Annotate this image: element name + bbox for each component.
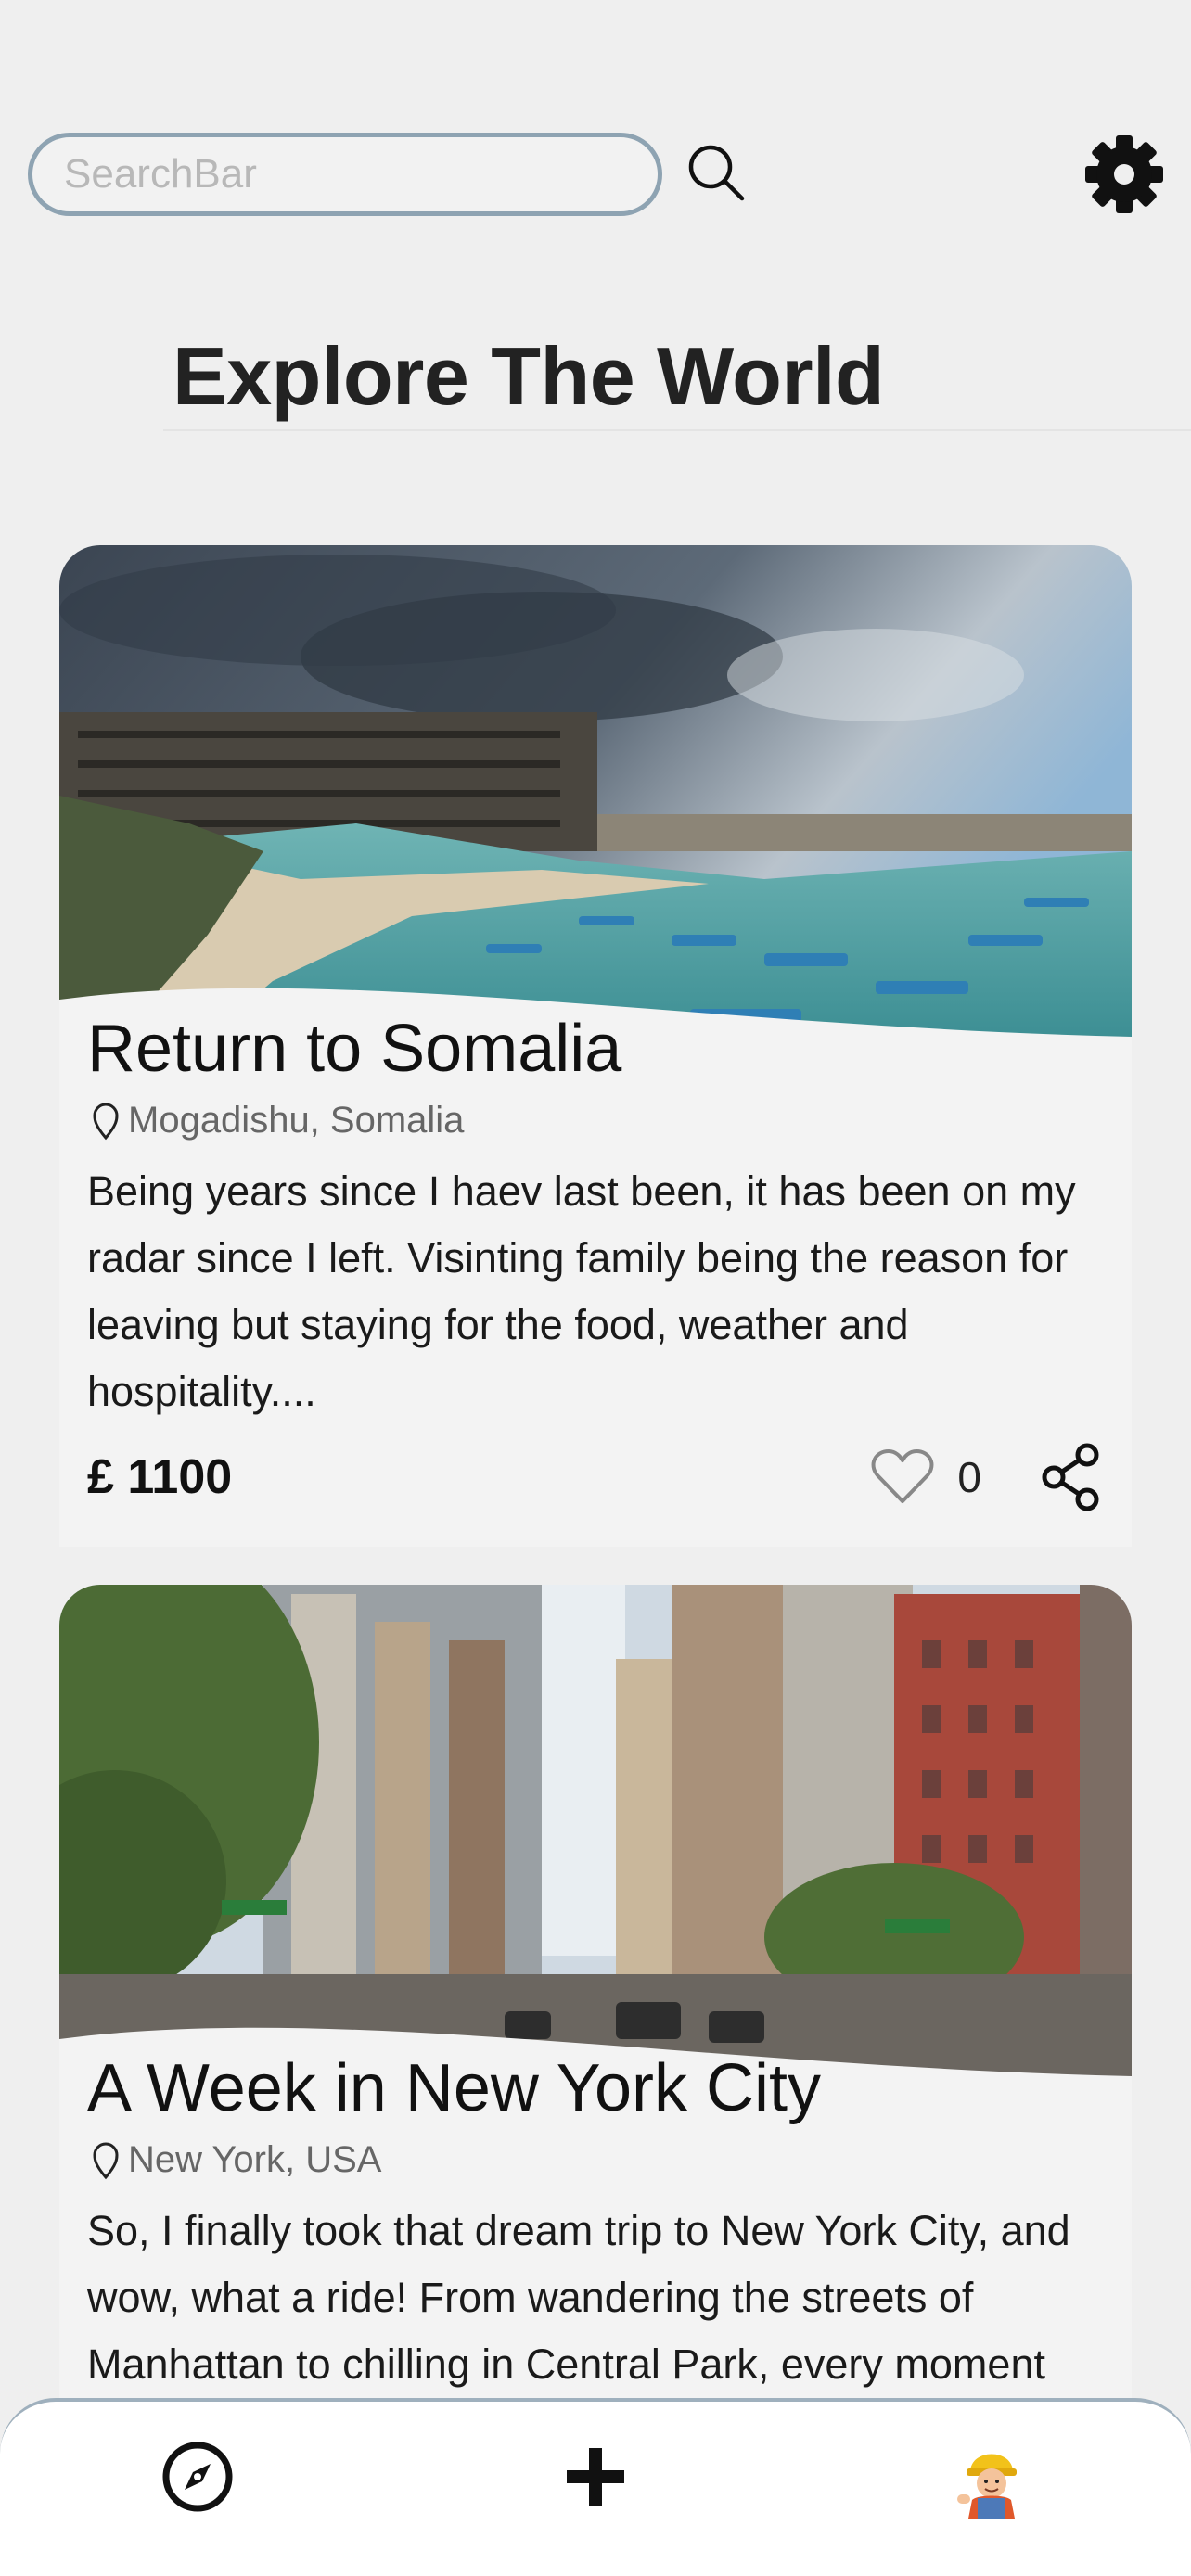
- page-title: Explore The World: [173, 330, 885, 422]
- bottom-nav: [0, 2398, 1191, 2576]
- post-location-text: Mogadishu, Somalia: [128, 1100, 465, 1141]
- like-group: 0: [870, 1447, 981, 1507]
- post-image[interactable]: [59, 1585, 1132, 2076]
- post-location: New York, USA: [87, 2139, 1104, 2181]
- post-card[interactable]: Return to Somalia Mogadishu, Somalia Bei…: [59, 545, 1132, 1547]
- post-excerpt: So, I finally took that dream trip to Ne…: [87, 2207, 1070, 2388]
- search-input[interactable]: [64, 151, 658, 198]
- profile-avatar[interactable]: [950, 2435, 1033, 2519]
- post-footer: £ 1100 0: [87, 1435, 1104, 1519]
- add-icon[interactable]: [554, 2435, 637, 2519]
- explore-icon[interactable]: [156, 2435, 239, 2519]
- location-pin-icon: [93, 1103, 119, 1140]
- post-excerpt: Being years since I haev last been, it h…: [87, 1167, 1076, 1415]
- heart-icon[interactable]: [870, 1447, 935, 1507]
- post-location-text: New York, USA: [128, 2139, 382, 2180]
- search-icon[interactable]: [685, 141, 749, 206]
- post-price: £ 1100: [87, 1450, 233, 1504]
- post-title[interactable]: A Week in New York City: [87, 2050, 1104, 2126]
- post-location: Mogadishu, Somalia: [87, 1100, 1104, 1141]
- post-title[interactable]: Return to Somalia: [87, 1011, 1104, 1087]
- post-image[interactable]: [59, 545, 1132, 1037]
- share-icon[interactable]: [1037, 1442, 1104, 1512]
- title-divider: [163, 429, 1191, 431]
- like-count: 0: [957, 1453, 981, 1501]
- location-pin-icon: [93, 2142, 119, 2179]
- search-bar[interactable]: [28, 133, 662, 216]
- gear-icon[interactable]: [1082, 132, 1167, 217]
